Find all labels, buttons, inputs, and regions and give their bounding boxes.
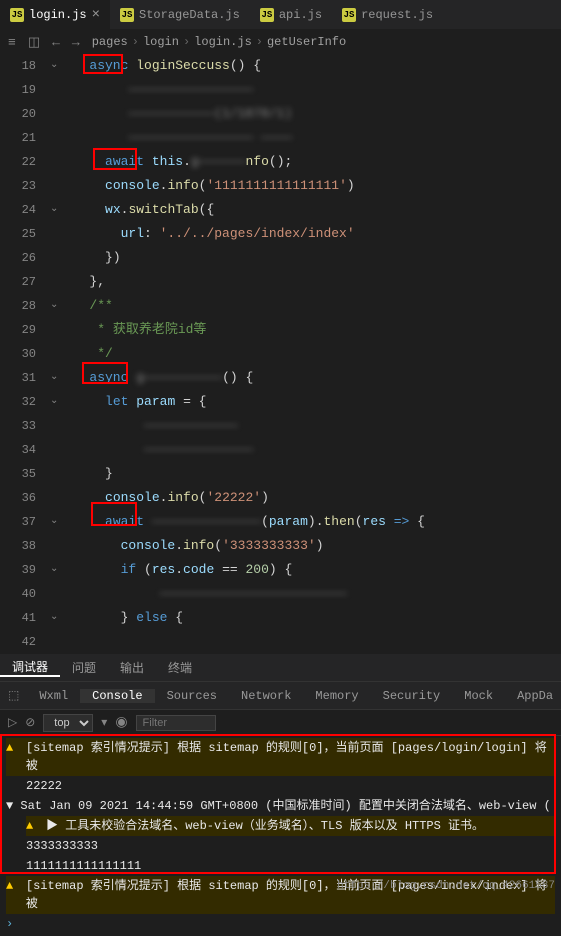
devtools-sub-tab[interactable]: Security xyxy=(371,689,453,703)
code-area[interactable]: async loginSeccuss() { ———————————————— … xyxy=(66,54,561,654)
warning-icon: ▲ xyxy=(6,877,20,913)
devtools-tabs: 调试器问题输出终端 xyxy=(0,654,561,682)
devtools-tab[interactable]: 问题 xyxy=(60,659,108,676)
console-log-entry[interactable]: ▼ Sat Jan 09 2021 14:44:59 GMT+0800 (中国标… xyxy=(6,796,555,816)
breadcrumb-item[interactable]: login xyxy=(143,35,179,49)
eye-icon[interactable]: ◉ xyxy=(115,714,127,731)
editor-tab[interactable]: JS StorageData.js xyxy=(110,0,250,29)
editor-tabs: JS login.js × JS StorageData.js JS api.js JS req… xyxy=(0,0,561,30)
scope-dropdown[interactable]: top xyxy=(43,714,93,732)
console-toolbar: ▷ ⊘ top ▾ ◉ xyxy=(0,710,561,736)
tab-label: api.js xyxy=(279,8,322,22)
editor-tab[interactable]: JS login.js × xyxy=(0,0,110,29)
code-editor[interactable]: 1819202122232425262728293031323334353637… xyxy=(0,54,561,654)
js-file-icon: JS xyxy=(10,8,24,22)
js-file-icon: JS xyxy=(120,8,134,22)
breadcrumb-item[interactable]: login.js xyxy=(194,35,252,49)
warning-icon: ▲ xyxy=(6,739,20,775)
devtools-sub-tab[interactable]: Sources xyxy=(155,689,229,703)
inspect-icon[interactable]: ⬚ xyxy=(0,688,27,703)
editor-toolbar: ≡ ◫ ← → pages › login › login.js › getUs… xyxy=(0,30,561,54)
editor-tab[interactable]: JS request.js xyxy=(332,0,443,29)
tab-label: login.js xyxy=(29,8,87,22)
filter-input[interactable] xyxy=(136,715,216,731)
console-output[interactable]: ▲[sitemap 索引情况提示] 根据 sitemap 的规则[0]，当前页面… xyxy=(0,736,561,936)
menu-icon[interactable]: ≡ xyxy=(8,35,16,50)
bookmark-icon[interactable]: ◫ xyxy=(28,35,40,50)
console-log-entry[interactable]: 22222 xyxy=(26,776,555,796)
devtools-sub-tab[interactable]: Memory xyxy=(303,689,370,703)
js-file-icon: JS xyxy=(260,8,274,22)
tab-label: request.js xyxy=(361,8,433,22)
watermark: https://blog.csdn.net/qq_42661587 xyxy=(337,880,555,892)
devtools-sub-tab[interactable]: Mock xyxy=(452,689,505,703)
console-log-entry[interactable]: ▲▶ 工具未校验合法域名、web-view（业务域名）、TLS 版本以及 HTT… xyxy=(26,816,555,836)
devtools-sub-tab[interactable]: Console xyxy=(80,689,154,703)
devtools-sub-tabs: ⬚ WxmlConsoleSourcesNetworkMemorySecurit… xyxy=(0,682,561,710)
dropdown-icon: ▾ xyxy=(101,715,107,730)
editor-tab[interactable]: JS api.js xyxy=(250,0,332,29)
devtools-sub-tab[interactable]: Wxml xyxy=(27,689,80,703)
devtools-sub-tab[interactable]: Network xyxy=(229,689,303,703)
console-log-entry[interactable]: 3333333333 xyxy=(26,836,555,856)
devtools-tab[interactable]: 终端 xyxy=(156,659,204,676)
back-icon[interactable]: ← xyxy=(52,35,60,50)
devtools-sub-tab[interactable]: AppDa xyxy=(505,689,561,703)
tab-label: StorageData.js xyxy=(139,8,240,22)
close-icon[interactable]: × xyxy=(92,7,100,23)
forward-icon[interactable]: → xyxy=(72,35,80,50)
breadcrumb-item[interactable]: getUserInfo xyxy=(267,35,346,49)
breadcrumb[interactable]: pages › login › login.js › getUserInfo xyxy=(92,35,346,49)
warning-icon: ▲ xyxy=(26,817,40,835)
breadcrumb-item[interactable]: pages xyxy=(92,35,128,49)
clear-icon[interactable]: ⊘ xyxy=(25,715,35,730)
console-prompt[interactable]: › xyxy=(6,914,555,934)
fold-column[interactable]: ⌄⌄⌄⌄⌄⌄⌄⌄ xyxy=(50,54,66,654)
devtools-tab[interactable]: 输出 xyxy=(108,659,156,676)
console-log-entry[interactable]: ▲[sitemap 索引情况提示] 根据 sitemap 的规则[0]，当前页面… xyxy=(6,738,555,776)
play-icon[interactable]: ▷ xyxy=(8,715,17,730)
devtools-tab[interactable]: 调试器 xyxy=(0,658,60,677)
js-file-icon: JS xyxy=(342,8,356,22)
line-numbers: 1819202122232425262728293031323334353637… xyxy=(0,54,50,654)
console-log-entry[interactable]: 1111111111111111 xyxy=(26,856,555,876)
